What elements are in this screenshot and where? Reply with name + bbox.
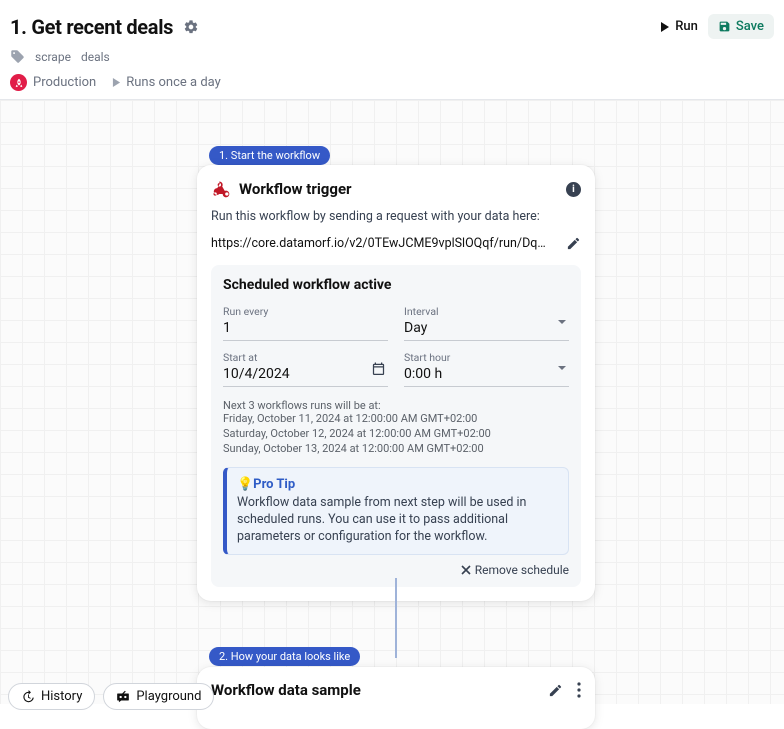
sample-title: Workflow data sample <box>211 681 361 699</box>
run-label: Run <box>675 19 698 34</box>
start-hour-label: Start hour <box>404 351 569 364</box>
pro-tip-title: 💡Pro Tip <box>237 477 558 492</box>
edit-sample-icon[interactable] <box>548 683 563 698</box>
schedule-title: Scheduled workflow active <box>223 277 569 293</box>
pro-tip-text: Workflow data sample from next step will… <box>237 494 558 546</box>
schedule-summary-text: Runs once a day <box>126 75 221 90</box>
tag-icon <box>10 49 25 64</box>
playground-label: Playground <box>136 689 201 704</box>
rocket-icon <box>10 74 27 91</box>
next-runs-header: Next 3 workflows runs will be at: <box>223 399 569 412</box>
remove-schedule-button[interactable]: Remove schedule <box>223 563 569 577</box>
playground-icon <box>116 690 130 704</box>
playground-button[interactable]: Playground <box>103 683 214 710</box>
header-title-row: 1. Get recent deals Run Save <box>10 14 774 39</box>
interval-value: Day <box>404 318 569 336</box>
next-run-3: Sunday, October 13, 2024 at 12:00:00 AM … <box>223 442 569 457</box>
environment-badge[interactable]: Production <box>10 74 96 91</box>
page-title: 1. Get recent deals <box>10 15 173 39</box>
trigger-title: Workflow trigger <box>239 180 352 198</box>
run-every-label: Run every <box>223 305 388 318</box>
workflow-canvas[interactable]: 1. Start the workflow Workflow trigger i… <box>0 99 784 704</box>
data-sample-card: Workflow data sample <box>197 667 595 729</box>
trigger-url-row: https://core.datamorf.io/v2/0TEwJCME9vpl… <box>211 236 581 251</box>
workflow-trigger-card: Workflow trigger i Run this workflow by … <box>197 165 595 601</box>
environment-label: Production <box>33 75 96 90</box>
trigger-card-head: Workflow trigger i <box>211 179 581 199</box>
start-hour-value: 0:00 h <box>404 364 569 382</box>
interval-label: Interval <box>404 305 569 318</box>
play-icon <box>660 22 670 32</box>
calendar-icon <box>371 361 386 376</box>
bottom-bar: History Playground <box>8 683 214 710</box>
webhook-icon <box>211 179 231 199</box>
edit-url-icon[interactable] <box>566 236 581 251</box>
chevron-down-icon <box>557 363 567 373</box>
start-hour-field[interactable]: Start hour 0:00 h <box>404 349 569 387</box>
play-icon <box>112 78 121 87</box>
tag-deals[interactable]: deals <box>81 50 110 64</box>
node-connector <box>395 578 397 658</box>
more-icon[interactable] <box>577 682 581 698</box>
save-icon <box>718 20 731 33</box>
next-run-2: Saturday, October 12, 2024 at 12:00:00 A… <box>223 427 569 442</box>
remove-schedule-label: Remove schedule <box>475 563 569 577</box>
close-icon <box>461 565 471 575</box>
start-at-value: 10/4/2024 <box>223 364 388 382</box>
header-meta-row: Production Runs once a day <box>10 74 774 91</box>
run-button[interactable]: Run <box>660 19 698 34</box>
info-icon[interactable]: i <box>566 182 581 197</box>
trigger-url[interactable]: https://core.datamorf.io/v2/0TEwJCME9vpl… <box>211 236 554 251</box>
schedule-summary: Runs once a day <box>112 75 221 90</box>
run-every-field[interactable]: Run every 1 <box>223 303 388 341</box>
history-button[interactable]: History <box>8 683 95 710</box>
save-button[interactable]: Save <box>708 14 774 39</box>
start-at-label: Start at <box>223 351 388 364</box>
pro-tip-box: 💡Pro Tip Workflow data sample from next … <box>223 467 569 556</box>
header-actions: Run Save <box>660 14 774 39</box>
run-every-value: 1 <box>223 318 388 336</box>
save-label: Save <box>736 19 764 34</box>
header-tags-row: scrape deals <box>10 49 774 64</box>
interval-field[interactable]: Interval Day <box>404 303 569 341</box>
workflow-header: 1. Get recent deals Run Save scrape deal… <box>0 0 784 99</box>
start-at-field[interactable]: Start at 10/4/2024 <box>223 349 388 387</box>
chevron-down-icon <box>557 317 567 327</box>
schedule-box: Scheduled workflow active Run every 1 In… <box>211 265 581 587</box>
step-badge-1: 1. Start the workflow <box>209 146 330 165</box>
history-icon <box>21 690 35 704</box>
next-run-1: Friday, October 11, 2024 at 12:00:00 AM … <box>223 412 569 427</box>
tag-scrape[interactable]: scrape <box>35 50 71 64</box>
step-badge-2: 2. How your data looks like <box>209 647 360 666</box>
trigger-description: Run this workflow by sending a request w… <box>211 209 581 224</box>
history-label: History <box>41 689 82 704</box>
settings-icon[interactable] <box>183 19 199 35</box>
